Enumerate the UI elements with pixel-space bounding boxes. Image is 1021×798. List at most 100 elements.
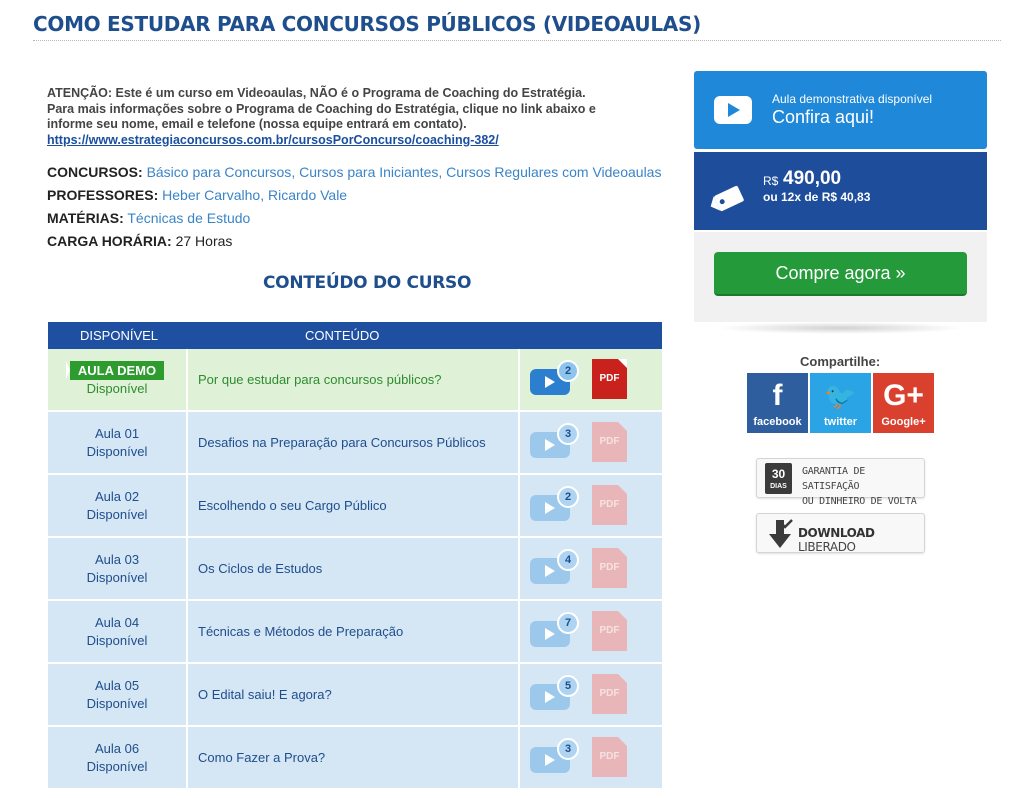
table-row: Aula 02 Disponível Escolhendo o seu Carg… [48, 475, 662, 538]
lesson-status: Disponível [86, 632, 148, 648]
lesson-status: Disponível [86, 758, 148, 774]
video-count-badge: 2 [557, 486, 579, 508]
twitter-icon: 🐦 [824, 381, 857, 411]
notice-line-1: ATENÇÃO: Este é um curso em Videoaulas, … [47, 86, 586, 100]
download-text: DOWNLOAD LIBERADO [798, 526, 875, 554]
download-badge: DOWNLOAD LIBERADO [756, 513, 925, 554]
lesson-title[interactable]: Técnicas e Métodos de Preparação [190, 601, 520, 662]
carga-value: 27 Horas [175, 233, 233, 249]
lesson-title[interactable]: Como Fazer a Prova? [190, 727, 520, 788]
twitter-label: twitter [824, 416, 857, 428]
coaching-notice: ATENÇÃO: Este é um curso em Videoaulas, … [47, 86, 637, 148]
lesson-number: Aula 05 [94, 677, 140, 693]
meta-professores: PROFESSORES: Heber Carvalho, Ricardo Val… [47, 187, 348, 203]
content-section-title: CONTEÚDO DO CURSO [263, 273, 472, 293]
lesson-status: Disponível [86, 695, 148, 711]
lesson-status-cell: Aula 01 Disponível [48, 412, 188, 473]
price-value: 490,00 [783, 168, 842, 189]
video-button[interactable]: 5 [530, 675, 579, 710]
lesson-number: Aula 06 [94, 740, 140, 756]
twitter-share-button[interactable]: 🐦 twitter [810, 373, 871, 433]
lesson-media-cell: 3 PDF [522, 412, 662, 473]
guarantee-badge: 30 DIAS GARANTIA DE SATISFAÇÃO OU DINHEI… [756, 458, 925, 507]
concurso-link[interactable]: Cursos para Iniciantes [299, 164, 438, 180]
lesson-number: Aula 03 [94, 551, 140, 567]
lesson-media-cell: 2 PDF [522, 475, 662, 536]
facebook-label: facebook [753, 416, 802, 428]
facebook-share-button[interactable]: f facebook [747, 373, 808, 433]
lesson-status-cell: Aula 06 Disponível [48, 727, 188, 788]
table-row: Aula 06 Disponível Como Fazer a Prova? 3… [48, 727, 662, 790]
lesson-status: Disponível [86, 443, 148, 459]
lesson-title[interactable]: Desafios na Preparação para Concursos Pú… [190, 412, 520, 473]
pdf-icon[interactable]: PDF [592, 548, 627, 588]
table-row: Aula 05 Disponível O Edital saiu! E agor… [48, 664, 662, 727]
pdf-icon[interactable]: PDF [592, 674, 627, 714]
lesson-status: Disponível [86, 506, 148, 522]
pdf-icon[interactable]: PDF [592, 737, 627, 777]
concurso-link[interactable]: Cursos Regulares com Videoaulas [446, 164, 661, 180]
table-row: Aula 04 Disponível Técnicas e Métodos de… [48, 601, 662, 664]
pdf-icon[interactable]: PDF [592, 359, 627, 399]
facebook-icon: f [772, 379, 783, 412]
lesson-number: Aula 04 [94, 614, 140, 630]
download-icon [769, 519, 793, 548]
video-count-badge: 7 [557, 612, 579, 634]
lesson-title[interactable]: Escolhendo o seu Cargo Público [190, 475, 520, 536]
materia-link[interactable]: Técnicas de Estudo [127, 210, 250, 226]
meta-carga: CARGA HORÁRIA: 27 Horas [47, 233, 232, 249]
table-row: Aula 03 Disponível Os Ciclos de Estudos … [48, 538, 662, 601]
lesson-status-cell: Aula 05 Disponível [48, 664, 188, 725]
buy-now-button[interactable]: Compre agora » [714, 252, 967, 296]
video-count-badge: 3 [557, 738, 579, 760]
header-content: CONTEÚDO [305, 328, 380, 343]
demo-caption: Aula demonstrativa disponível [772, 92, 933, 106]
demo-lesson-banner[interactable]: Aula demonstrativa disponível Confira aq… [694, 71, 987, 149]
course-content-table: DISPONÍVEL CONTEÚDO AULA DEMO Disponível… [48, 322, 662, 790]
table-row: Aula 01 Disponível Desafios na Preparaçã… [48, 412, 662, 475]
lesson-number: Aula 02 [94, 488, 140, 504]
video-button[interactable]: 2 [530, 360, 579, 395]
pdf-icon[interactable]: PDF [592, 422, 627, 462]
lesson-status-cell: Aula 04 Disponível [48, 601, 188, 662]
video-button[interactable]: 2 [530, 486, 579, 521]
buy-area: Compre agora » [694, 232, 987, 322]
lesson-status: Disponível [86, 569, 148, 585]
lesson-title[interactable]: O Edital saiu! E agora? [190, 664, 520, 725]
header-status: DISPONÍVEL [80, 328, 159, 343]
professor-link[interactable]: Heber Carvalho [162, 187, 260, 203]
video-button[interactable]: 7 [530, 612, 579, 647]
lesson-status-cell: Aula 02 Disponível [48, 475, 188, 536]
pdf-icon[interactable]: PDF [592, 611, 627, 651]
buy-shadow [715, 322, 965, 334]
video-count-badge: 3 [557, 423, 579, 445]
calendar-icon: 30 DIAS [765, 463, 792, 494]
video-button[interactable]: 3 [530, 423, 579, 458]
notice-line-2: Para mais informações sobre o Programa d… [47, 101, 596, 116]
coaching-link[interactable]: https://www.estrategiaconcursos.com.br/c… [47, 133, 637, 149]
video-button[interactable]: 4 [530, 549, 579, 584]
video-count-badge: 5 [557, 675, 579, 697]
table-header: DISPONÍVEL CONTEÚDO [48, 322, 662, 349]
price-installments: ou 12x de R$ 40,83 [763, 190, 871, 204]
share-label: Compartilhe: [800, 354, 881, 369]
professores-label: PROFESSORES: [47, 187, 159, 203]
pdf-icon[interactable]: PDF [592, 485, 627, 525]
notice-line-3: informe seu nome, email e telefone (noss… [47, 117, 467, 131]
lesson-status-cell: Aula 03 Disponível [48, 538, 188, 599]
lesson-title[interactable]: Os Ciclos de Estudos [190, 538, 520, 599]
guarantee-text: GARANTIA DE SATISFAÇÃO OU DINHEIRO DE VO… [802, 466, 917, 507]
google-plus-share-button[interactable]: G+ Google+ [873, 373, 934, 433]
concursos-label: CONCURSOS: [47, 164, 143, 180]
demo-cta: Confira aqui! [772, 107, 875, 127]
play-icon [714, 96, 752, 124]
lesson-status-cell: AULA DEMO Disponível [48, 349, 188, 410]
concurso-link[interactable]: Básico para Concursos [147, 164, 292, 180]
professor-link[interactable]: Ricardo Vale [268, 187, 347, 203]
video-count-badge: 4 [557, 549, 579, 571]
meta-materias: MATÉRIAS: Técnicas de Estudo [47, 210, 250, 226]
video-button[interactable]: 3 [530, 738, 579, 773]
lesson-number: Aula 01 [94, 425, 140, 441]
lesson-media-cell: 7 PDF [522, 601, 662, 662]
lesson-title[interactable]: Por que estudar para concursos públicos? [190, 349, 520, 410]
